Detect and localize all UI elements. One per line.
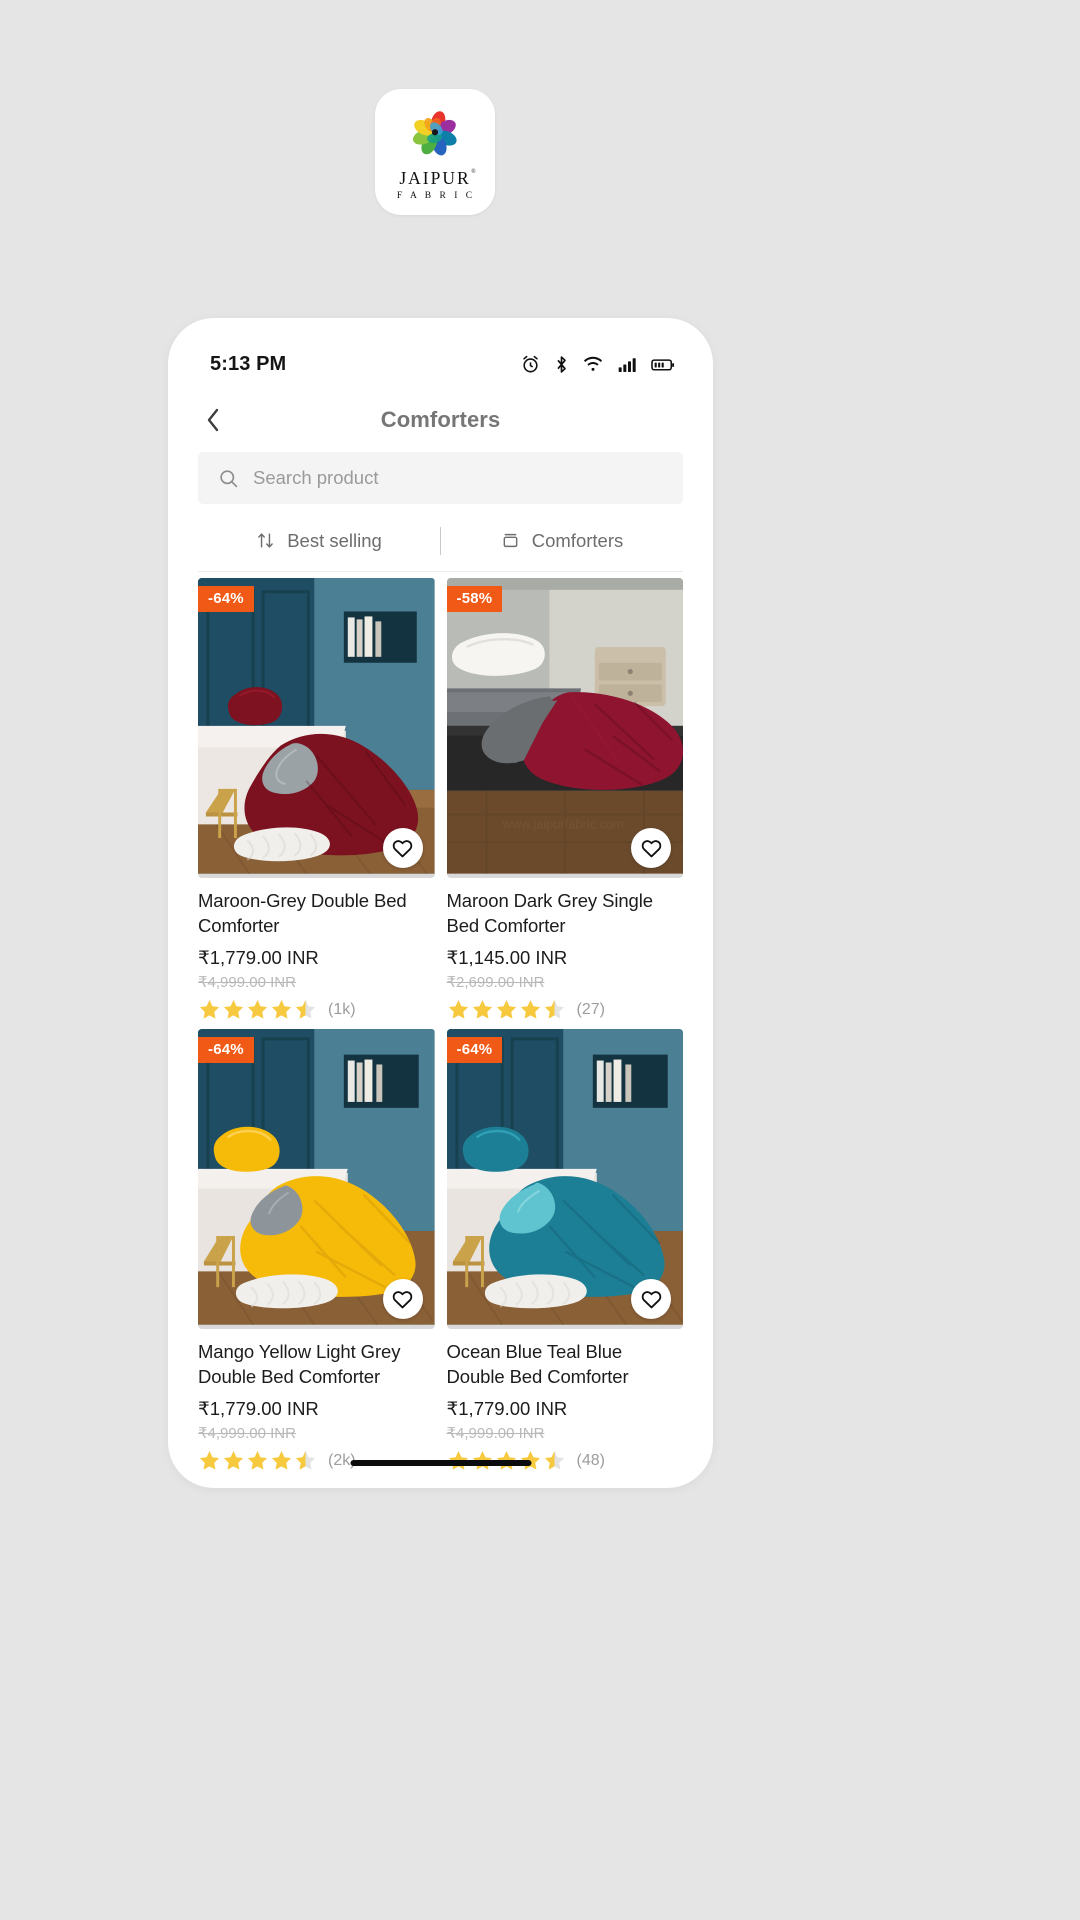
product-compare-price: ₹4,999.00 INR (198, 1425, 296, 1443)
heart-icon (641, 839, 661, 857)
star-rating (198, 998, 317, 1021)
heart-icon (641, 1290, 661, 1309)
filter-bar: Best selling Comforters (198, 510, 683, 572)
rating-count: (1k) (328, 1000, 356, 1018)
product-image[interactable]: -64% (198, 1029, 435, 1330)
star-icon (448, 1000, 468, 1019)
product-image[interactable]: -64% (198, 578, 435, 878)
star-icon (544, 1451, 564, 1470)
star-icon (295, 1451, 316, 1470)
product-compare-price: ₹4,999.00 INR (446, 1425, 545, 1443)
discount-badge: -64% (446, 1037, 503, 1064)
product-price: ₹1,779.00 INR (198, 947, 319, 969)
search-icon (220, 469, 238, 487)
star-icon (199, 1000, 220, 1019)
product-compare-price: ₹2,699.00 INR (446, 974, 545, 992)
star-icon (223, 1000, 244, 1019)
filter-label: Comforters (531, 529, 624, 551)
back-button[interactable] (196, 403, 230, 437)
app-icon-card[interactable]: JAIPUR ® F A B R I C (375, 89, 495, 215)
sort-label: Best selling (287, 529, 382, 551)
battery-icon (651, 358, 675, 371)
product-price: ₹1,779.00 INR (446, 1398, 568, 1420)
star-icon (295, 1000, 316, 1019)
product-card[interactable]: www.jaipurfabric.com -58% Maroon Dark Gr… (446, 578, 684, 1021)
alarm-icon (523, 355, 538, 372)
rating-count: (27) (576, 1000, 605, 1018)
filter-box-icon (503, 533, 518, 548)
wifi-icon (583, 356, 603, 371)
status-icons (520, 354, 675, 375)
product-scroll-area[interactable]: -64% Maroon-Grey Double Bed Comforter ₹1… (168, 572, 713, 1472)
screen-root: JAIPUR ® F A B R I C 5:13 PM Comforters … (0, 0, 1080, 1920)
search-section: Search product (168, 448, 713, 504)
product-price: ₹1,779.00 INR (198, 1398, 319, 1420)
star-icon (544, 1000, 564, 1019)
phone-mockup: 5:13 PM Comforters Search product Best s… (168, 318, 713, 1488)
pinwheel-flower-logo-icon (412, 110, 457, 156)
app-bar: Comforters (168, 392, 713, 448)
wishlist-button[interactable] (631, 1279, 671, 1320)
sort-arrows-icon (258, 533, 274, 548)
chevron-left-icon (207, 408, 219, 432)
star-icon (223, 1451, 244, 1470)
product-card[interactable]: -64% Ocean Blue Teal Blue Double Bed Com… (446, 1029, 683, 1472)
product-rating: (1k) (198, 998, 435, 1021)
product-title: Maroon Dark Grey Single Bed Comforter (446, 890, 654, 936)
star-icon (247, 1451, 268, 1470)
product-title: Maroon-Grey Double Bed Comforter (198, 890, 407, 936)
product-image[interactable]: -64% (446, 1029, 683, 1330)
wishlist-button[interactable] (382, 1279, 423, 1320)
wishlist-button[interactable] (382, 828, 423, 868)
rating-count: (48) (576, 1451, 605, 1469)
star-rating (198, 1449, 317, 1472)
star-icon (472, 1000, 492, 1019)
filter-control[interactable]: Comforters (441, 510, 683, 571)
wishlist-button[interactable] (631, 828, 671, 868)
star-icon (496, 1000, 516, 1019)
product-compare-price: ₹4,999.00 INR (198, 974, 296, 992)
sort-control[interactable]: Best selling (198, 510, 440, 571)
product-image[interactable]: www.jaipurfabric.com -58% (446, 578, 683, 878)
product-card[interactable]: -64% Mango Yellow Light Grey Double Bed … (198, 1029, 435, 1472)
page-title: Comforters (380, 407, 501, 432)
discount-badge: -58% (446, 586, 503, 612)
star-icon (271, 1000, 292, 1019)
star-icon (247, 1000, 268, 1019)
status-bar: 5:13 PM (168, 318, 713, 392)
search-bar[interactable]: Search product (198, 452, 683, 504)
status-time: 5:13 PM (210, 352, 287, 375)
product-price: ₹1,145.00 INR (446, 947, 568, 969)
star-icon (271, 1451, 292, 1470)
product-rating: (27) (447, 998, 684, 1021)
search-input[interactable]: Search product (253, 467, 378, 489)
product-title: Ocean Blue Teal Blue Double Bed Comforte… (446, 1341, 629, 1387)
product-title: Mango Yellow Light Grey Double Bed Comfo… (198, 1341, 401, 1387)
discount-badge: -64% (198, 586, 254, 612)
star-icon (199, 1451, 220, 1470)
bluetooth-icon (557, 355, 566, 373)
brand-wordmark: JAIPUR ® (399, 167, 478, 188)
star-icon (520, 1000, 540, 1019)
svg-text:www.jaipurfabric.com: www.jaipurfabric.com (501, 816, 623, 831)
discount-badge: -64% (198, 1037, 254, 1064)
heart-icon (392, 839, 413, 857)
home-indicator (350, 1460, 531, 1466)
product-grid: -64% Maroon-Grey Double Bed Comforter ₹1… (168, 572, 713, 1472)
product-card[interactable]: -64% Maroon-Grey Double Bed Comforter ₹1… (198, 578, 435, 1021)
brand-subtitle: F A B R I C (396, 191, 476, 202)
cellular-signal-icon (618, 357, 636, 372)
heart-icon (392, 1290, 413, 1309)
star-rating (447, 998, 566, 1021)
registered-mark: ® (471, 168, 478, 175)
